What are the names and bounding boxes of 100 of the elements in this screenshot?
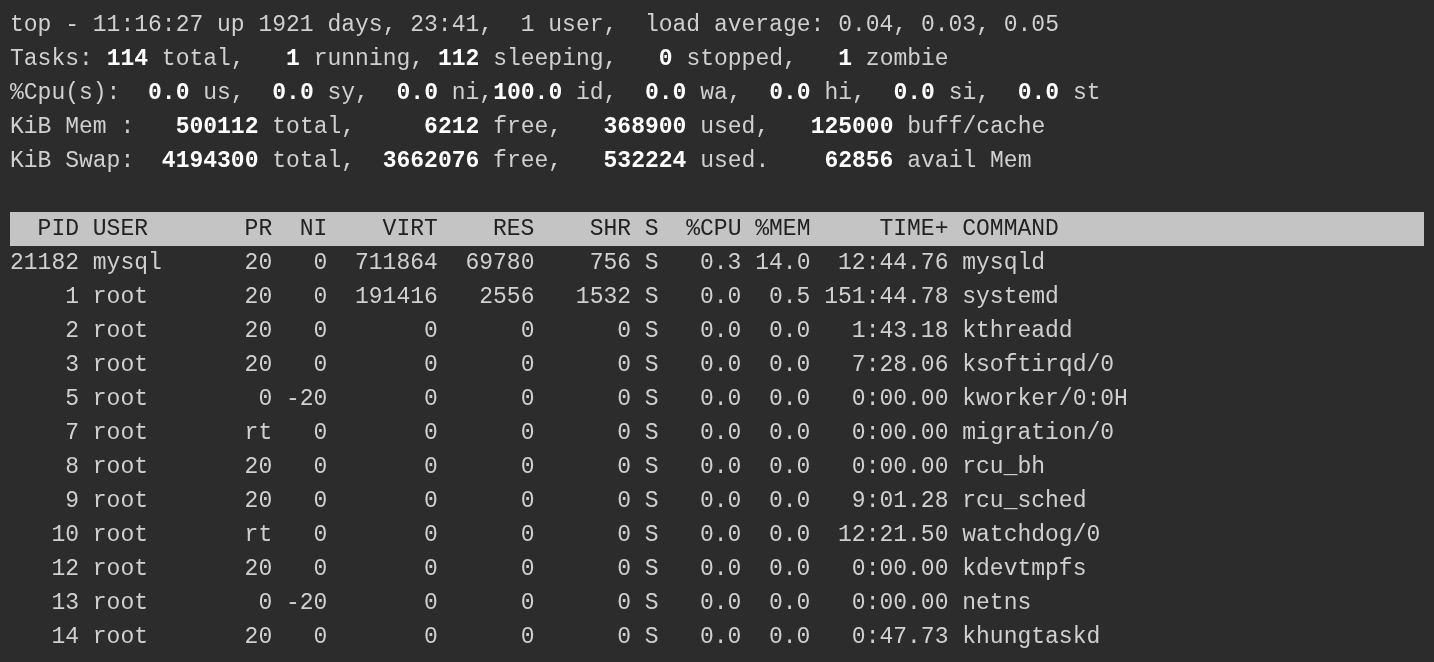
table-cell-text: 0.0 xyxy=(768,623,811,652)
table-cell-text: S xyxy=(644,589,659,618)
table-cell-text: 151:44.78 xyxy=(824,283,949,312)
table-cell-text: 21182 xyxy=(10,249,79,278)
column-header: RES xyxy=(492,215,535,244)
table-cell-text: 14 xyxy=(50,623,79,652)
table-cell-text: 10 xyxy=(50,521,79,550)
summary-line: KiB Swap: 4194300 total, 3662076 free, 532224 used. 62856 avail Mem xyxy=(10,147,1032,176)
table-cell-text: 0.0 xyxy=(768,385,811,414)
table-cell-text: root xyxy=(92,521,149,550)
table-cell-text: -20 xyxy=(286,385,328,414)
summary-line: %Cpu(s): 0.0 us, 0.0 sy, 0.0 ni,100.0 id, 0.0 wa, 0.0 hi, 0.0 si, 0.0 st xyxy=(10,79,1101,108)
table-cell-text: rcu_bh xyxy=(962,453,1047,482)
table-cell-text: rcu_sched xyxy=(962,487,1088,516)
table-cell-text: 0 xyxy=(616,317,632,346)
summary-line: Tasks: 114 total, 1 running, 112 sleeping, 0 stopped, 1 zombie xyxy=(10,45,949,74)
table-cell-text: 0 xyxy=(423,521,438,550)
column-header: NI xyxy=(298,215,328,244)
table-cell-text: 0 xyxy=(616,521,632,550)
table-cell-text: 0 xyxy=(519,351,535,380)
column-header: TIME+ xyxy=(878,215,949,244)
table-cell-text: 0 xyxy=(616,623,632,652)
table-cell-text: 0 xyxy=(423,623,438,652)
table-cell-text: 0:47.73 xyxy=(850,623,949,652)
table-cell-text: 7:28.06 xyxy=(850,351,949,380)
table-cell-text: 8 xyxy=(64,453,79,482)
table-cell-text: S xyxy=(644,521,659,550)
table-cell-text: 20 xyxy=(243,555,273,584)
table-cell-text: S xyxy=(644,623,659,652)
table-cell-text: 0 xyxy=(519,589,535,618)
table-cell-text: kthreadd xyxy=(962,317,1074,346)
table-cell-text: 1 xyxy=(64,283,79,312)
table-cell-text: 0.0 xyxy=(699,385,742,414)
table-cell-text: 711864 xyxy=(354,249,438,278)
table-cell-text: 1532 xyxy=(574,283,632,312)
table-cell-text: S xyxy=(644,487,659,516)
table-cell-text: khungtaskd xyxy=(962,623,1102,652)
table-cell-text: root xyxy=(92,555,149,584)
table-cell-text: 0 xyxy=(519,487,535,516)
table-cell-text: watchdog/0 xyxy=(962,521,1102,550)
table-cell-text: 0 xyxy=(423,385,438,414)
column-header: VIRT xyxy=(381,215,438,244)
table-cell-text: 191416 xyxy=(354,283,438,312)
table-cell-text: 14.0 xyxy=(755,249,811,278)
table-cell-text: S xyxy=(644,317,659,346)
table-cell-text: 0 xyxy=(616,351,632,380)
table-cell-text: 0:00.00 xyxy=(850,589,949,618)
table-cell-text: 0 xyxy=(616,385,632,414)
table-cell-text: 0.0 xyxy=(699,623,742,652)
column-header: %MEM xyxy=(755,215,811,244)
table-cell-text: 0 xyxy=(616,453,632,482)
table-cell-text: 3 xyxy=(64,351,79,380)
table-cell-text: 0.0 xyxy=(699,555,742,584)
table-cell-text: 0.0 xyxy=(699,453,742,482)
column-header: USER xyxy=(92,215,149,244)
table-cell-text: S xyxy=(644,385,659,414)
table-cell-text: 0:00.00 xyxy=(850,453,949,482)
column-header: %CPU xyxy=(685,215,742,244)
table-cell-text: 0.0 xyxy=(699,521,742,550)
table-cell-text: 0 xyxy=(423,351,438,380)
table-cell-text: root xyxy=(92,283,149,312)
column-header: S xyxy=(644,215,659,244)
summary-line: KiB Mem : 500112 total, 6212 free, 368900 used, 125000 buff/cache xyxy=(10,113,1046,142)
table-cell-text: 5 xyxy=(64,385,79,414)
table-cell-text: root xyxy=(92,623,149,652)
table-cell-text: mysqld xyxy=(962,249,1047,278)
table-cell-text: root xyxy=(92,419,149,448)
table-cell-text: 0 xyxy=(519,521,535,550)
table-cell-text: 0.0 xyxy=(768,555,811,584)
table-cell-text: 0 xyxy=(312,555,328,584)
table-cell-text: 0.0 xyxy=(699,317,742,346)
table-cell-text: 12:21.50 xyxy=(837,521,949,550)
table-cell-text: 0.5 xyxy=(768,283,811,312)
summary-line: top - 11:16:27 up 1921 days, 23:41, 1 user, load average: 0.04, 0.03, 0.05 xyxy=(10,11,1059,40)
table-cell-text: 0 xyxy=(423,453,438,482)
table-cell-text: 0.0 xyxy=(768,317,811,346)
table-cell-text: 9 xyxy=(64,487,79,516)
table-cell-text: 0 xyxy=(312,419,328,448)
table-cell-text: 12 xyxy=(50,555,79,584)
table-cell-text: 0:00.00 xyxy=(850,419,949,448)
table-cell-text: 0.0 xyxy=(768,419,811,448)
table-cell-text: migration/0 xyxy=(962,419,1116,448)
table-cell-text: 0 xyxy=(312,487,328,516)
table-cell-text: 0.0 xyxy=(768,453,811,482)
column-header: COMMAND xyxy=(962,215,1060,244)
table-cell-text: mysql xyxy=(92,249,163,278)
table-cell-text: 20 xyxy=(243,351,273,380)
table-cell-text: 0.0 xyxy=(768,521,811,550)
table-cell-text: 0 xyxy=(616,487,632,516)
table-cell-text: 0 xyxy=(423,487,438,516)
table-cell-text: 0:00.00 xyxy=(850,555,949,584)
table-cell-text: 0 xyxy=(257,385,273,414)
table-cell-text: root xyxy=(92,453,149,482)
table-cell-text: 0.0 xyxy=(699,419,742,448)
table-cell-text: 0 xyxy=(519,623,535,652)
table-cell-text: 0.0 xyxy=(699,351,742,380)
table-cell-text: systemd xyxy=(962,283,1060,312)
table-cell-text: 0 xyxy=(312,317,328,346)
table-cell-text: 0 xyxy=(312,623,328,652)
table-cell-text: 0 xyxy=(312,453,328,482)
